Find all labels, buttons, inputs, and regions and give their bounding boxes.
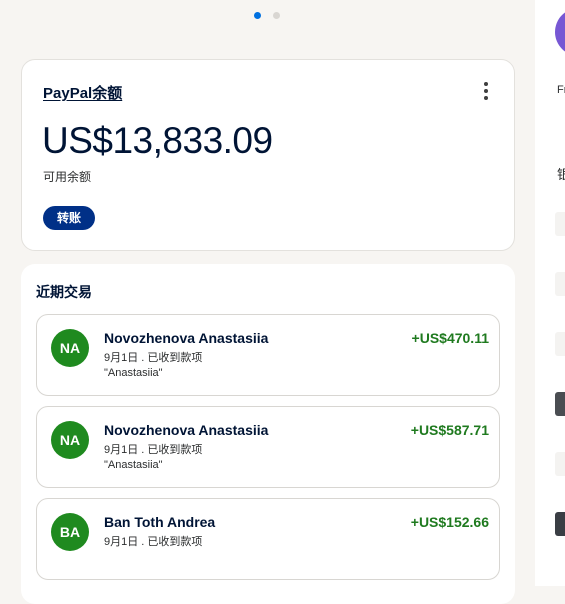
- transaction-meta: 9月1日 . 已收到款项: [104, 444, 203, 456]
- balance-subtitle: 可用余额: [43, 170, 92, 184]
- avatar: NA: [51, 421, 89, 459]
- balance-card: PayPal余额 US$13,833.09 可用余额 转账: [21, 59, 515, 251]
- transaction-meta: 9月1日 . 已收到款项: [104, 352, 203, 364]
- side-panel: Fr 银: [535, 0, 565, 586]
- transaction-amount: +US$587.71: [410, 422, 489, 438]
- avatar[interactable]: [555, 8, 565, 56]
- balance-title-link[interactable]: PayPal余额: [43, 82, 122, 103]
- transaction-meta: 9月1日 . 已收到款项: [104, 536, 203, 548]
- side-thumbnail: [555, 512, 565, 536]
- recent-transactions-title: 近期交易: [36, 284, 92, 300]
- side-placeholder: [555, 452, 565, 476]
- carousel-dot-2[interactable]: [273, 12, 280, 19]
- transaction-item[interactable]: NA Novozhenova Anastasiia 9月1日 . 已收到款项 "…: [36, 314, 500, 396]
- transaction-name: Novozhenova Anastasiia: [104, 422, 269, 438]
- carousel-dot-1[interactable]: [254, 12, 261, 19]
- balance-amount: US$13,833.09: [42, 120, 273, 161]
- transaction-name: Novozhenova Anastasiia: [104, 330, 269, 346]
- transaction-note: "Anastasiia": [104, 367, 163, 379]
- transaction-name: Ban Toth Andrea: [104, 514, 216, 530]
- side-placeholder: [555, 332, 565, 356]
- side-placeholder: [555, 272, 565, 296]
- recent-transactions-card: 近期交易 NA Novozhenova Anastasiia 9月1日 . 已收…: [21, 264, 515, 604]
- side-thumbnail: [555, 392, 565, 416]
- avatar: BA: [51, 513, 89, 551]
- transaction-amount: +US$470.11: [411, 330, 489, 346]
- avatar: NA: [51, 329, 89, 367]
- side-label-fr: Fr: [557, 84, 565, 96]
- transaction-note: "Anastasiia": [104, 459, 163, 471]
- side-label-bank: 银: [557, 167, 565, 182]
- transfer-button[interactable]: 转账: [43, 206, 96, 230]
- transaction-item[interactable]: BA Ban Toth Andrea 9月1日 . 已收到款项 +US$152.…: [36, 498, 500, 580]
- side-placeholder: [555, 212, 565, 236]
- transaction-item[interactable]: NA Novozhenova Anastasiia 9月1日 . 已收到款项 "…: [36, 406, 500, 488]
- transaction-amount: +US$152.66: [410, 514, 489, 530]
- more-vertical-icon[interactable]: [478, 82, 494, 100]
- carousel-pager: [254, 12, 280, 19]
